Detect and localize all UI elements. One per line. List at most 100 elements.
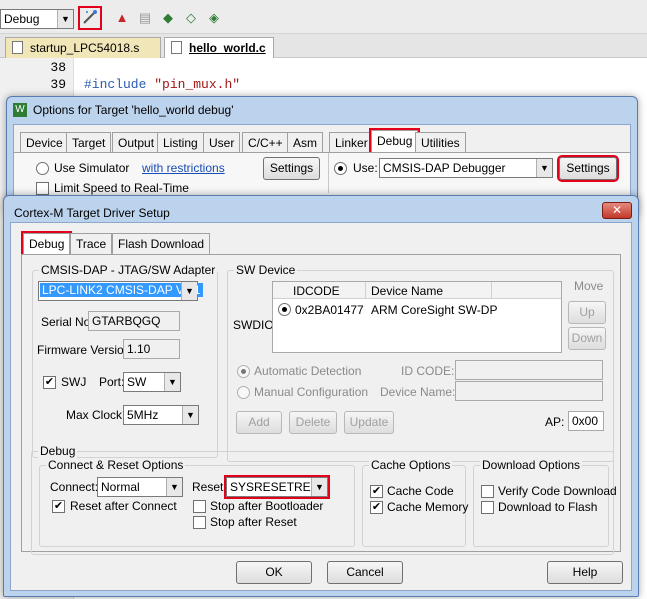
select-software-packs-icon[interactable]: ◈ [204, 8, 224, 28]
manual-config-radio[interactable] [237, 386, 250, 399]
move-down-button[interactable]: Down [568, 327, 606, 350]
tab-output[interactable]: Output [112, 132, 161, 153]
tab-device[interactable]: Device [20, 132, 69, 153]
tab-asm[interactable]: Asm [287, 132, 323, 153]
keil-logo-icon: W [13, 103, 27, 117]
stop-after-reset-label: Stop after Reset [210, 515, 297, 529]
max-clock-select-value: 5MHz [127, 408, 159, 422]
cancel-button[interactable]: Cancel [327, 561, 403, 584]
stop-after-bootloader-checkbox[interactable] [193, 500, 206, 513]
file-icon [12, 41, 23, 54]
divider [328, 153, 329, 193]
port-select[interactable]: SW ▼ [123, 372, 181, 392]
tab-debug[interactable]: Debug [368, 128, 421, 156]
swdio-label: SWDIO [233, 318, 274, 332]
tab-target[interactable]: Target [66, 132, 112, 153]
help-button[interactable]: Help [547, 561, 623, 584]
tab-c-cpp[interactable]: C/C++ [242, 132, 289, 153]
reset-select-value: SYSRESETREQ [230, 480, 321, 494]
cache-memory-checkbox[interactable]: ✔ [370, 501, 383, 514]
chevron-down-icon: ▼ [57, 10, 73, 28]
cache-code-checkbox[interactable]: ✔ [370, 485, 383, 498]
adapter-select[interactable]: LPC-LINK2 CMSIS-DAP V5.1 ▼ [38, 281, 203, 301]
col-device-name: Device Name [371, 284, 444, 298]
stack-icon[interactable]: ▤ [135, 8, 155, 28]
add-button[interactable]: Add [236, 411, 282, 434]
cache-options-group-label: Cache Options [369, 458, 453, 472]
ok-button[interactable]: OK [236, 561, 312, 584]
limit-speed-label: Limit Speed to Real-Time [54, 181, 189, 195]
update-button[interactable]: Update [344, 411, 394, 434]
reset-after-connect-label: Reset after Connect [70, 499, 177, 513]
debug-group-label: Debug [38, 444, 78, 458]
use-simulator-radio[interactable] [36, 162, 49, 175]
driver-setup-titlebar[interactable]: Cortex-M Target Driver Setup ✕ [4, 196, 638, 222]
target-select[interactable]: Debug ▼ [0, 9, 74, 29]
green-diamond-icon[interactable]: ◆ [158, 8, 178, 28]
divider [491, 282, 492, 299]
use-debugger-radio[interactable] [334, 162, 347, 175]
ap-field[interactable]: 0x00 [568, 411, 604, 431]
reset-after-connect-checkbox[interactable]: ✔ [52, 500, 65, 513]
simulator-settings-button[interactable]: Settings [263, 157, 320, 180]
with-restrictions-link[interactable]: with restrictions [142, 161, 225, 175]
adapter-group: CMSIS-DAP - JTAG/SW Adapter LPC-LINK2 CM… [32, 263, 218, 458]
tab-linker[interactable]: Linker [329, 132, 374, 153]
close-button[interactable]: ✕ [602, 202, 632, 219]
options-for-target-button[interactable] [78, 6, 102, 30]
tab-startup-file[interactable]: startup_LPC54018.s [5, 37, 161, 58]
reset-select[interactable]: SYSRESETREQ ▼ [224, 475, 330, 499]
download-options-group-label: Download Options [480, 458, 583, 472]
auto-detect-radio[interactable] [237, 365, 250, 378]
download-options-group: Download Options Verify Code Download Do… [473, 458, 617, 547]
limit-speed-checkbox[interactable] [36, 182, 49, 195]
firmware-label: Firmware Version: [37, 343, 134, 357]
row-idcode: 0x2BA01477 [295, 303, 364, 317]
firmware-field: 1.10 [123, 339, 180, 359]
id-code-field[interactable] [455, 360, 603, 380]
row-select-radio[interactable] [278, 303, 291, 316]
line-number: 38 [50, 60, 66, 75]
options-dialog-titlebar[interactable]: W Options for Target 'hello_world debug' [7, 97, 637, 123]
sw-device-group: SW Device SWDIO IDCODE Device Name 0x2BA… [227, 263, 614, 462]
device-name-field[interactable] [455, 381, 603, 401]
tab-listing[interactable]: Listing [157, 132, 204, 153]
tab-flash-download[interactable]: Flash Download [112, 233, 211, 254]
auto-detect-label: Automatic Detection [254, 364, 362, 378]
chevron-down-icon: ▼ [166, 478, 182, 496]
max-clock-select[interactable]: 5MHz ▼ [123, 405, 199, 425]
manage-components-icon[interactable]: ▲ [112, 8, 132, 28]
swj-label: SWJ [61, 375, 87, 389]
connect-label: Connect: [50, 480, 99, 494]
tab-utilities[interactable]: Utilities [415, 132, 466, 153]
driver-setup-dialog: Cortex-M Target Driver Setup ✕ Debug Tra… [3, 195, 639, 597]
options-tab-strip: Device Target Output Listing User C/C++ … [14, 128, 630, 156]
divider [365, 282, 366, 299]
id-code-label: ID CODE: [401, 364, 455, 378]
table-row[interactable]: 0x2BA01477 ARM CoreSight SW-DP [273, 301, 561, 319]
chevron-down-icon: ▼ [181, 282, 197, 300]
cache-memory-label: Cache Memory [387, 500, 469, 514]
debugger-select[interactable]: CMSIS-DAP Debugger ▼ [379, 158, 553, 178]
verify-code-checkbox[interactable] [481, 485, 494, 498]
tab-hello-world[interactable]: hello_world.c [164, 37, 274, 58]
debugger-settings-button[interactable]: Settings [557, 155, 619, 182]
delete-button[interactable]: Delete [289, 411, 337, 434]
file-tab-bar: startup_LPC54018.s hello_world.c [0, 34, 647, 58]
file-icon [171, 41, 182, 54]
tab-user[interactable]: User [203, 132, 241, 153]
tab-label: startup_LPC54018.s [30, 41, 140, 55]
driver-setup-title: Cortex-M Target Driver Setup [14, 206, 170, 220]
move-up-button[interactable]: Up [568, 301, 606, 324]
pack-installer-icon[interactable]: ◇ [181, 8, 201, 28]
code-string: "pin_mux.h" [154, 77, 241, 92]
stop-after-reset-checkbox[interactable] [193, 516, 206, 529]
connect-reset-group-label: Connect & Reset Options [46, 458, 186, 472]
connect-select[interactable]: Normal ▼ [97, 477, 183, 497]
swj-checkbox[interactable]: ✔ [43, 376, 56, 389]
use-simulator-label: Use Simulator [54, 161, 130, 175]
tab-label: hello_world.c [189, 41, 266, 55]
ide-toolbar: Debug ▼ ▲ ▤ ◆ ◇ ◈ [0, 0, 647, 34]
tab-trace[interactable]: Trace [70, 233, 113, 254]
download-flash-checkbox[interactable] [481, 501, 494, 514]
